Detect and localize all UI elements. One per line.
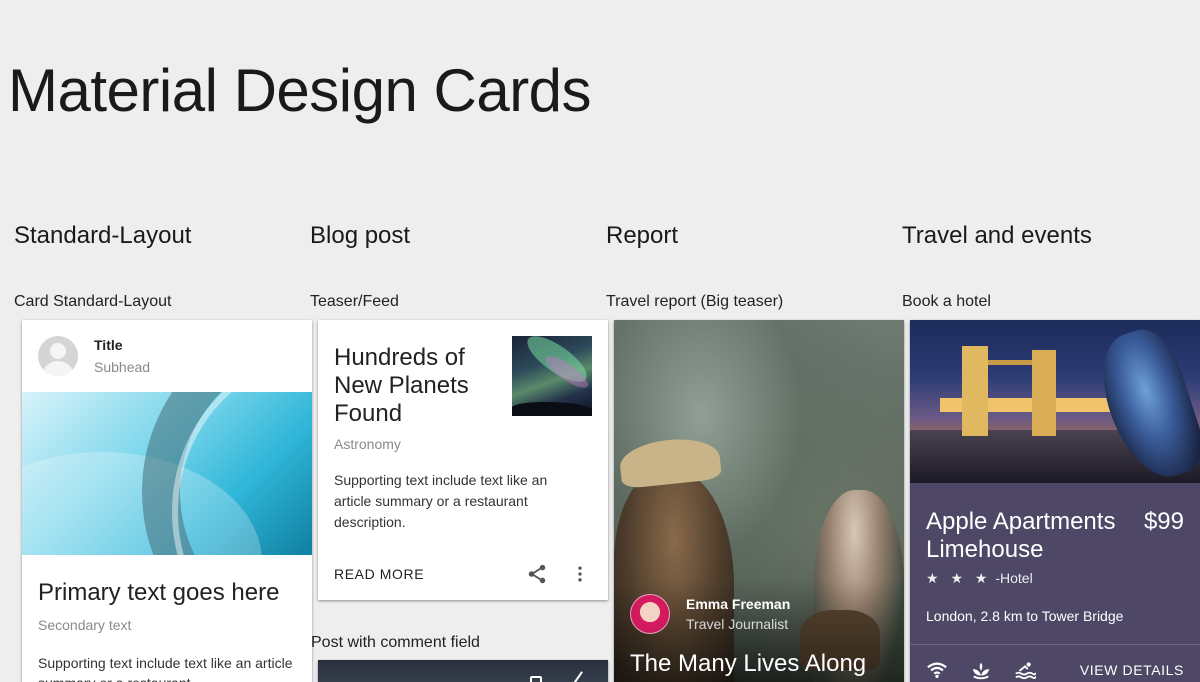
column-subtitle-report: Travel report (Big teaser) bbox=[606, 293, 784, 310]
author-avatar bbox=[630, 594, 670, 634]
share-icon[interactable] bbox=[526, 563, 548, 585]
view-details-button[interactable]: VIEW DETAILS bbox=[1080, 662, 1184, 678]
report-headline[interactable]: The Many Lives Along bbox=[630, 650, 866, 678]
bookmark-icon[interactable] bbox=[530, 676, 542, 682]
pool-icon bbox=[1015, 662, 1036, 680]
blog-supporting-text: Supporting text include text like an art… bbox=[334, 472, 548, 530]
hotel-name: Apple Apartments Limehouse bbox=[926, 508, 1116, 563]
column-title-standard: Standard-Layout bbox=[14, 222, 192, 249]
column-subtitle-blog: Teaser/Feed bbox=[310, 293, 399, 310]
hotel-image bbox=[910, 320, 1200, 483]
comment-card bbox=[318, 660, 608, 682]
avatar bbox=[38, 336, 78, 376]
edit-icon[interactable] bbox=[573, 671, 593, 682]
divider bbox=[910, 644, 1200, 645]
hotel-type: -Hotel bbox=[995, 570, 1033, 586]
blog-thumbnail-image bbox=[512, 336, 592, 416]
more-vert-icon[interactable] bbox=[570, 563, 590, 585]
card-title: Title bbox=[94, 337, 123, 353]
card-subhead: Subhead bbox=[94, 359, 151, 375]
card-secondary-text: Secondary text bbox=[38, 617, 132, 633]
report-card: Emma Freeman Travel Journalist The Many … bbox=[614, 320, 904, 682]
hotel-location: London, 2.8 km to Tower Bridge bbox=[926, 608, 1124, 624]
card-media-image bbox=[22, 392, 312, 555]
hotel-rating: ★ ★ ★ -Hotel bbox=[926, 570, 1033, 587]
column-title-blog: Blog post bbox=[310, 222, 411, 249]
hotel-price: $99 bbox=[1143, 508, 1184, 535]
card-primary-text: Primary text goes here bbox=[38, 579, 280, 606]
travel-card: Apple Apartments Limehouse $99 ★ ★ ★ -Ho… bbox=[910, 320, 1200, 682]
blog-card: Hundreds of New Planets Found Astronomy … bbox=[318, 320, 608, 600]
blog-title: Hundreds of New Planets Found bbox=[334, 344, 469, 427]
blog-category: Astronomy bbox=[334, 436, 401, 452]
author-role: Travel Journalist bbox=[686, 616, 789, 632]
column-subtitle-travel: Book a hotel bbox=[902, 293, 991, 310]
wifi-icon bbox=[927, 662, 947, 679]
rating-stars: ★ ★ ★ bbox=[926, 570, 992, 586]
author-name: Emma Freeman bbox=[686, 596, 791, 612]
spa-icon bbox=[972, 662, 990, 680]
card-supporting-text: Supporting text include text like an art… bbox=[38, 655, 293, 682]
column-subtitle-standard: Card Standard-Layout bbox=[14, 293, 172, 310]
card-header: Title Subhead bbox=[22, 320, 312, 392]
column-title-report: Report bbox=[606, 222, 679, 249]
page-title: Material Design Cards bbox=[8, 57, 592, 124]
standard-card: Title Subhead Primary text goes here Sec… bbox=[22, 320, 312, 682]
column-title-travel: Travel and events bbox=[902, 222, 1092, 249]
post-comment-label: Post with comment field bbox=[311, 634, 480, 651]
read-more-button[interactable]: READ MORE bbox=[334, 566, 424, 582]
